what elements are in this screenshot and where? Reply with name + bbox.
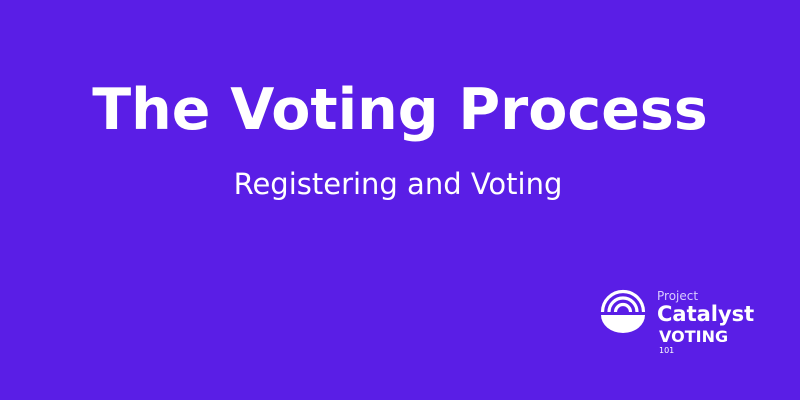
project-catalyst-logo: Project Catalyst VOTING 101: [600, 283, 780, 363]
logo-project-text: Project: [657, 289, 699, 303]
logo-voting-text: VOTING: [659, 327, 729, 346]
banner: The Voting Process Registering and Votin…: [0, 0, 800, 400]
page-subtitle: Registering and Voting: [233, 167, 563, 201]
page-title: The Voting Process: [92, 77, 708, 143]
catalyst-rainbow-icon: [600, 289, 646, 333]
logo-101-text: 101: [659, 346, 675, 355]
logo-catalyst-text: Catalyst: [657, 302, 755, 326]
